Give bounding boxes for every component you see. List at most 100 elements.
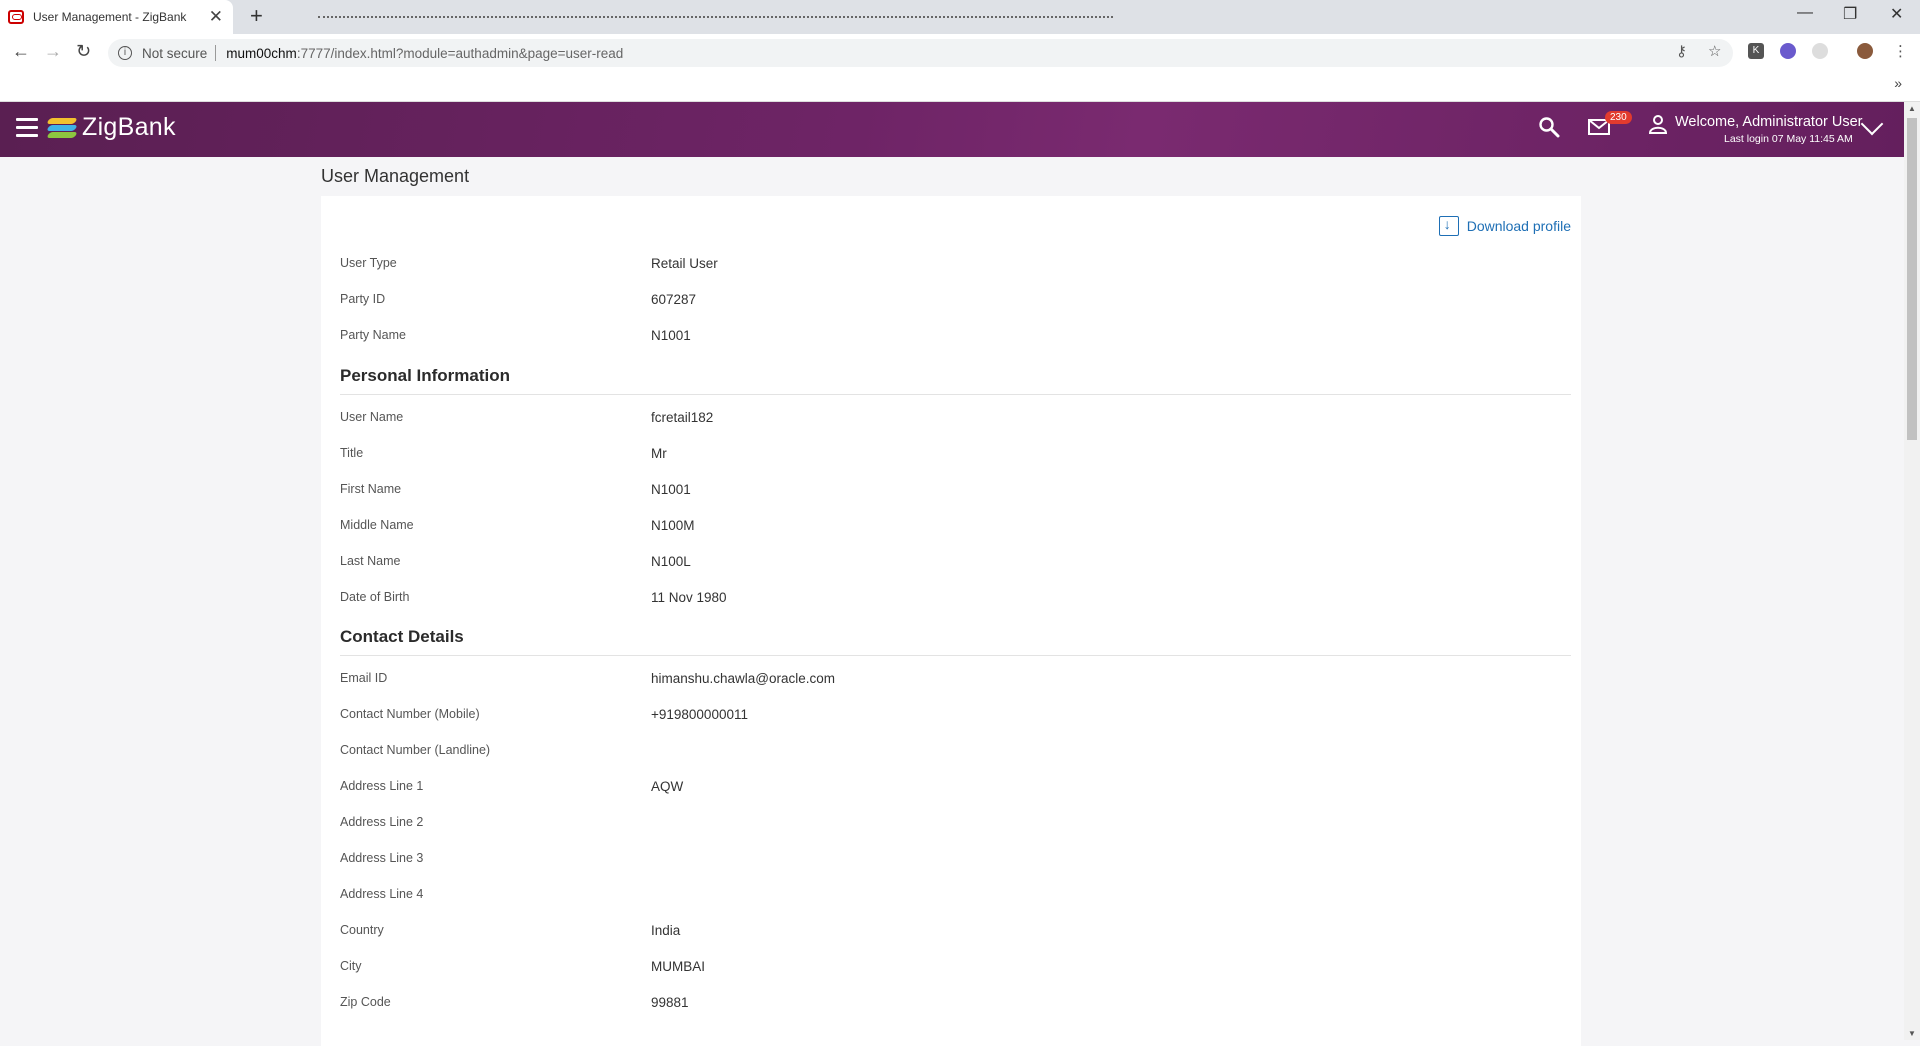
forward-arrow-icon[interactable]: → — [44, 41, 62, 62]
tab-close-icon[interactable]: ✕ — [209, 7, 223, 27]
field-label: Address Line 4 — [340, 887, 424, 901]
new-tab-button[interactable]: + — [250, 3, 263, 29]
field-label: User Type — [340, 256, 397, 270]
field-label: Title — [340, 446, 364, 460]
field-value: 607287 — [651, 292, 697, 307]
field-value: 11 Nov 1980 — [651, 590, 727, 605]
key-icon[interactable]: ⚷ — [1676, 42, 1687, 60]
contact-details-heading: Contact Details — [340, 627, 1571, 656]
field-value: Mr — [651, 446, 667, 461]
window-close-icon[interactable]: ✕ — [1890, 4, 1903, 24]
detail-row-last-name: Last Name N100L — [340, 554, 1560, 574]
bookmark-star-icon[interactable]: ☆ — [1708, 42, 1721, 60]
browser-tab-strip: User Management - ZigBank ✕ + — ❐ ✕ — [0, 0, 1920, 34]
user-menu-chevron-icon[interactable] — [1860, 112, 1884, 136]
field-value: Retail User — [651, 256, 718, 271]
tab-strip-divider — [318, 16, 1113, 18]
bookmarks-overflow-icon[interactable]: » — [1894, 75, 1902, 91]
detail-row-date-of-birth: Date of Birth 11 Nov 1980 — [340, 590, 1560, 610]
field-value: fcretail182 — [651, 410, 714, 425]
app-header: ZigBank 230 Welcome, Administrator User … — [0, 102, 1904, 157]
page-title: User Management — [321, 166, 470, 186]
detail-row-user-name: User Name fcretail182 — [340, 410, 1560, 430]
personal-information-heading: Personal Information — [340, 366, 1571, 395]
address-bar[interactable]: i Not secure mum00chm:7777/index.html?mo… — [108, 39, 1733, 67]
extension-info-icon[interactable] — [1812, 43, 1828, 59]
field-label: City — [340, 959, 362, 973]
url-path: :7777/index.html?module=authadmin&page=u… — [296, 45, 624, 61]
field-label: Last Name — [340, 554, 401, 568]
field-label: Zip Code — [340, 995, 391, 1009]
detail-row-zip-code: Zip Code 99881 — [340, 995, 1560, 1015]
search-icon[interactable] — [1538, 116, 1560, 138]
detail-row-middle-name: Middle Name N100M — [340, 518, 1560, 538]
user-icon[interactable] — [1648, 114, 1668, 134]
detail-row-first-name: First Name N1001 — [340, 482, 1560, 502]
extension-shield-icon[interactable] — [1780, 43, 1796, 59]
field-label: Party Name — [340, 328, 406, 342]
hamburger-menu-icon[interactable] — [16, 118, 38, 142]
detail-row-email-id: Email ID himanshu.chawla@oracle.com — [340, 671, 1560, 691]
last-login-text: Last login 07 May 11:45 AM — [1724, 133, 1853, 145]
back-arrow-icon[interactable]: ← — [12, 41, 30, 62]
page-scrollbar[interactable]: ▲ ▼ — [1904, 102, 1920, 1040]
detail-row-address-line-4: Address Line 4 — [340, 887, 1560, 907]
extension-k-icon[interactable]: K — [1748, 43, 1764, 59]
detail-row-address-line-3: Address Line 3 — [340, 851, 1560, 871]
minimize-icon[interactable]: — — [1797, 4, 1813, 22]
browser-tab[interactable]: User Management - ZigBank ✕ — [0, 0, 233, 34]
field-label: Address Line 1 — [340, 779, 424, 793]
field-value: N1001 — [651, 482, 691, 497]
scroll-up-icon[interactable]: ▲ — [1908, 104, 1916, 113]
omnibox-separator — [215, 45, 217, 61]
detail-row-landline: Contact Number (Landline) — [340, 743, 1560, 763]
browser-menu-icon[interactable]: ⋮ — [1893, 42, 1908, 60]
field-label: First Name — [340, 482, 402, 496]
detail-row-user-type: User Type Retail User — [340, 256, 1560, 276]
field-label: Contact Number (Landline) — [340, 743, 491, 757]
field-label: Party ID — [340, 292, 386, 306]
detail-row-mobile: Contact Number (Mobile) +919800000011 — [340, 707, 1560, 727]
bookmarks-bar: » — [0, 70, 1920, 102]
profile-avatar-icon[interactable] — [1857, 43, 1873, 59]
detail-row-title: Title Mr — [340, 446, 1560, 466]
field-value: AQW — [651, 779, 684, 794]
not-secure-label: Not secure — [142, 45, 208, 61]
tab-title: User Management - ZigBank — [33, 10, 187, 24]
detail-row-city: City MUMBAI — [340, 959, 1560, 979]
download-profile-link[interactable]: Download profile — [1438, 216, 1571, 236]
user-details-card: Download profile User Type Retail User P… — [321, 196, 1581, 1046]
mail-count-badge: 230 — [1605, 111, 1632, 124]
field-value: N1001 — [651, 328, 691, 343]
zigbank-logo[interactable]: ZigBank — [46, 113, 176, 142]
detail-row-address-line-1: Address Line 1 AQW — [340, 779, 1560, 799]
scroll-down-icon[interactable]: ▼ — [1908, 1029, 1916, 1038]
field-label: Address Line 2 — [340, 815, 424, 829]
field-value: 99881 — [651, 995, 689, 1010]
field-value: N100M — [651, 518, 695, 533]
restore-icon[interactable]: ❐ — [1843, 4, 1857, 24]
field-value: +919800000011 — [651, 707, 748, 722]
field-value: himanshu.chawla@oracle.com — [651, 671, 836, 686]
scroll-thumb[interactable] — [1907, 118, 1917, 440]
detail-row-party-name: Party Name N1001 — [340, 328, 1560, 348]
welcome-text[interactable]: Welcome, Administrator User — [1675, 114, 1862, 130]
download-profile-label: Download profile — [1466, 218, 1571, 234]
field-label: Contact Number (Mobile) — [340, 707, 480, 721]
detail-row-country: Country India — [340, 923, 1560, 943]
field-value: MUMBAI — [651, 959, 705, 974]
field-value: N100L — [651, 554, 691, 569]
field-label: Address Line 3 — [340, 851, 424, 865]
field-label: Country — [340, 923, 384, 937]
info-icon[interactable]: i — [118, 46, 132, 60]
download-icon — [1438, 216, 1459, 236]
detail-row-address-line-2: Address Line 2 — [340, 815, 1560, 835]
brand-name: ZigBank — [82, 113, 176, 141]
zigbank-logo-mark-icon — [46, 114, 78, 142]
field-label: Date of Birth — [340, 590, 410, 604]
reload-icon[interactable]: ↻ — [76, 41, 91, 62]
address-toolbar: ← → ↻ i Not secure mum00chm:7777/index.h… — [0, 34, 1920, 70]
detail-row-party-id: Party ID 607287 — [340, 292, 1560, 312]
url-host: mum00chm — [226, 45, 297, 61]
field-label: Email ID — [340, 671, 388, 685]
